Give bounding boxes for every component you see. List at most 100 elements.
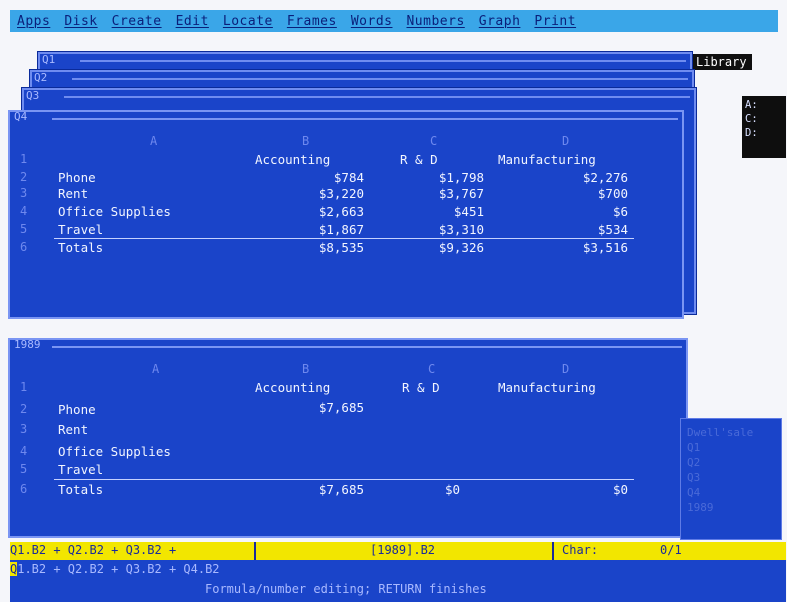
cell-value[interactable]: $0 [400, 482, 460, 497]
cell-value[interactable]: $7,685 [280, 400, 364, 415]
drive-c[interactable]: C: [745, 112, 783, 126]
frame-q3-label: Q3 [26, 89, 40, 102]
document-list-item[interactable]: Q3 [687, 470, 781, 485]
row-number: 4 [20, 444, 28, 458]
sheet-q4[interactable]: Q4 A B C D 1 2 3 4 5 6 Accounting R & D … [8, 110, 684, 319]
frame-q2-label: Q2 [34, 71, 48, 84]
char-count: 0/1 [660, 543, 682, 557]
menu-edit[interactable]: Edit [169, 14, 216, 29]
library-label[interactable]: Library [691, 54, 752, 70]
drive-d[interactable]: D: [745, 126, 783, 140]
row-label-rent[interactable]: Rent [58, 186, 88, 201]
cell-value[interactable]: $1,798 [400, 170, 484, 185]
cell-value[interactable]: $3,516 [542, 240, 628, 255]
formula-bar: Q1.B2 + Q2.B2 + Q3.B2 + [1989].B2 Char: … [10, 542, 786, 560]
col-letter-a: A [150, 134, 158, 148]
document-list-item[interactable]: 1989 [687, 500, 781, 515]
cell-value[interactable]: $534 [542, 222, 628, 237]
menu-frames[interactable]: Frames [280, 14, 344, 29]
text-cursor [254, 542, 256, 560]
header-accounting[interactable]: Accounting [255, 380, 330, 395]
row-number: 1 [20, 152, 28, 166]
sheet-q4-title: Q4 [14, 110, 28, 123]
row-number: 2 [20, 170, 28, 184]
edit-line: Q1.B2 + Q2.B2 + Q3.B2 + Q4.B2 Formula/nu… [10, 560, 786, 602]
cell-reference: [1989].B2 [370, 543, 436, 557]
frame-divider [52, 346, 682, 348]
col-letter-d: D [562, 134, 570, 148]
col-letter-c: C [428, 362, 436, 376]
row-label-totals[interactable]: Totals [58, 482, 103, 497]
col-letter-b: B [302, 134, 310, 148]
cell-value[interactable]: $700 [542, 186, 628, 201]
menu-create[interactable]: Create [105, 14, 169, 29]
totals-divider [54, 479, 634, 480]
drive-a[interactable]: A: [745, 98, 783, 112]
frame-q1-label: Q1 [42, 53, 56, 66]
row-label-phone[interactable]: Phone [58, 170, 96, 185]
menu-print[interactable]: Print [527, 14, 583, 29]
row-label-totals[interactable]: Totals [58, 240, 103, 255]
col-letter-b: B [302, 362, 310, 376]
row-number: 2 [20, 402, 28, 416]
menu-disk[interactable]: Disk [57, 14, 104, 29]
row-number: 1 [20, 380, 28, 394]
menu-locate[interactable]: Locate [216, 14, 280, 29]
char-label: Char: [562, 543, 599, 557]
cell-value[interactable]: $784 [280, 170, 364, 185]
row-label-office-supplies[interactable]: Office Supplies [58, 444, 171, 459]
header-manufacturing[interactable]: Manufacturing [498, 380, 596, 395]
cell-value[interactable]: $3,310 [400, 222, 484, 237]
menu-numbers[interactable]: Numbers [399, 14, 471, 29]
col-letter-a: A [152, 362, 160, 376]
cell-value[interactable]: $2,663 [280, 204, 364, 219]
cell-value[interactable]: $7,685 [280, 482, 364, 497]
document-list-item[interactable]: Dwell'sale [687, 425, 781, 440]
cell-value[interactable]: $6 [542, 204, 628, 219]
header-accounting[interactable]: Accounting [255, 152, 330, 167]
row-label-travel[interactable]: Travel [58, 462, 103, 477]
formula-editor[interactable]: Q1.B2 + Q2.B2 + Q3.B2 + Q4.B2 [10, 562, 220, 576]
cell-value[interactable]: $3,220 [280, 186, 364, 201]
header-rd[interactable]: R & D [402, 380, 440, 395]
frame-divider [72, 78, 688, 80]
row-label-office-supplies[interactable]: Office Supplies [58, 204, 171, 219]
row-number: 4 [20, 204, 28, 218]
formula-text[interactable]: Q1.B2 + Q2.B2 + Q3.B2 + [10, 543, 176, 557]
document-list: Dwell'sale Q1 Q2 Q3 Q4 1989 [680, 418, 782, 540]
sheet-1989[interactable]: 1989 A B C D 1 2 3 4 5 6 Accounting R & … [8, 338, 688, 538]
menu-words[interactable]: Words [344, 14, 400, 29]
menu-graph[interactable]: Graph [472, 14, 528, 29]
cell-value[interactable]: $3,767 [400, 186, 484, 201]
cell-value[interactable]: $9,326 [400, 240, 484, 255]
cell-value[interactable]: $2,276 [542, 170, 628, 185]
header-manufacturing[interactable]: Manufacturing [498, 152, 596, 167]
frame-divider [80, 60, 686, 62]
row-number: 6 [20, 240, 28, 254]
frame-divider [52, 118, 678, 120]
formula-edit-text: 1.B2 + Q2.B2 + Q3.B2 + Q4.B2 [17, 562, 220, 576]
menu-apps[interactable]: Apps [10, 14, 57, 29]
cell-value[interactable]: $1,867 [280, 222, 364, 237]
cell-value[interactable]: $451 [400, 204, 484, 219]
totals-divider [54, 238, 634, 239]
document-list-item[interactable]: Q4 [687, 485, 781, 500]
col-letter-d: D [562, 362, 570, 376]
row-label-phone[interactable]: Phone [58, 402, 96, 417]
drive-list: A: C: D: [742, 96, 786, 158]
row-number: 5 [20, 462, 28, 476]
row-number: 6 [20, 482, 28, 496]
library-label-text: Library [696, 55, 747, 69]
row-number: 3 [20, 422, 28, 436]
sheet-1989-title: 1989 [14, 338, 41, 351]
document-list-item[interactable]: Q1 [687, 440, 781, 455]
row-label-travel[interactable]: Travel [58, 222, 103, 237]
cell-value[interactable]: $8,535 [280, 240, 364, 255]
document-list-item[interactable]: Q2 [687, 455, 781, 470]
row-label-rent[interactable]: Rent [58, 422, 88, 437]
status-message: Formula/number editing; RETURN finishes [205, 582, 487, 596]
cell-value[interactable]: $0 [542, 482, 628, 497]
frame-divider [64, 96, 690, 98]
divider [552, 542, 554, 560]
header-rd[interactable]: R & D [400, 152, 438, 167]
